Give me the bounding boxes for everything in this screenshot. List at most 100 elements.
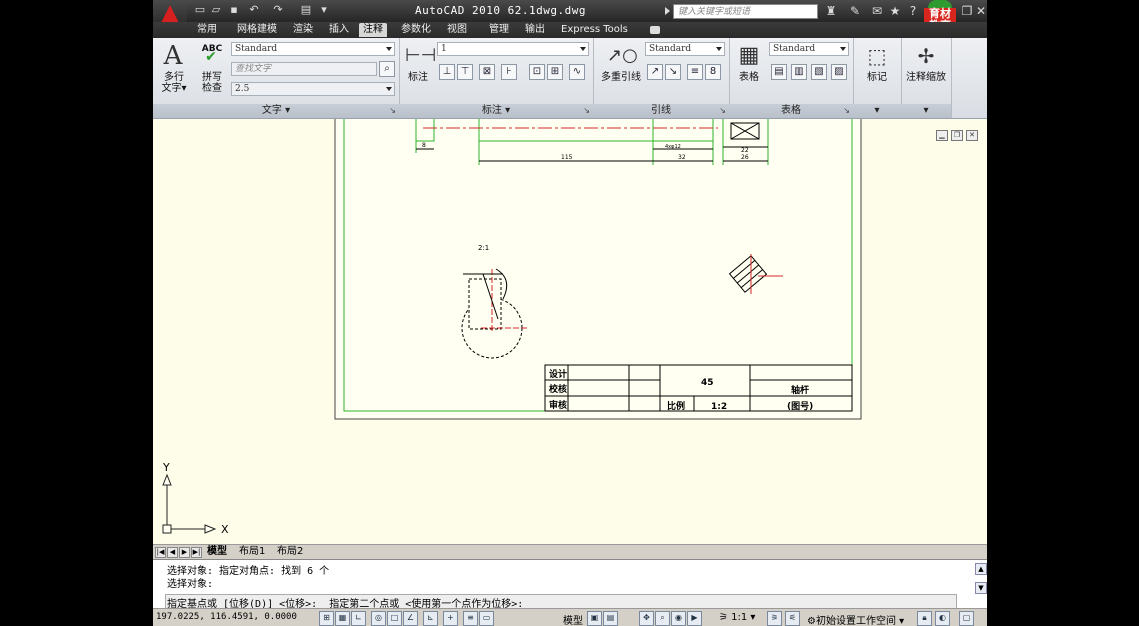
next-tab-icon[interactable]: ▶ (179, 547, 190, 558)
ducs-icon[interactable]: ⊾ (423, 611, 438, 626)
find-icon[interactable]: ⌕ (379, 61, 395, 77)
tab-model[interactable]: 模型 (207, 545, 227, 558)
help-icon[interactable]: ? (905, 3, 921, 19)
download-data-icon[interactable]: ▧ (811, 64, 827, 80)
new-icon[interactable]: ▭ (193, 4, 207, 16)
mleader-button[interactable]: 多重引线 (597, 72, 645, 83)
grid-icon[interactable]: ▦ (335, 611, 350, 626)
dimension-panel-title[interactable]: 标注 ▾ ↘ (399, 104, 593, 118)
tab-express-tools[interactable]: Express Tools (557, 23, 632, 37)
dim-style-select[interactable]: 1 (437, 42, 589, 56)
auto-scale-icon[interactable]: ⚟ (785, 611, 800, 626)
quick-view-drawings-icon[interactable]: ▤ (603, 611, 618, 626)
quick-dim-icon[interactable]: ⊥ (439, 64, 455, 80)
favorites-icon[interactable]: ★ (887, 3, 903, 19)
baseline-dim-icon[interactable]: ⊦ (501, 64, 517, 80)
jog-dim-icon[interactable]: ∿ (569, 64, 585, 80)
tab-annotate[interactable]: 注释 (359, 23, 387, 37)
command-scrollbar[interactable]: ▲ ▼ (975, 563, 987, 594)
qp-icon[interactable]: ▭ (479, 611, 494, 626)
text-height-select[interactable]: 2.5 (231, 82, 395, 96)
table-style-select[interactable]: Standard (769, 42, 849, 56)
polar-icon[interactable]: ◎ (371, 611, 386, 626)
osnap-icon[interactable]: □ (387, 611, 402, 626)
ribbon-toggle-icon[interactable] (650, 26, 660, 34)
dialog-launcher-icon[interactable]: ↘ (389, 104, 396, 118)
annotation-panel-title[interactable]: ▾ (901, 104, 951, 118)
first-tab-icon[interactable]: |◀ (155, 547, 166, 558)
text-style-select[interactable]: Standard (231, 42, 395, 56)
annotation-visibility-icon[interactable]: ⚞ (767, 611, 782, 626)
dialog-launcher-icon[interactable]: ↘ (583, 104, 590, 118)
tab-output[interactable]: 输出 (521, 23, 549, 37)
comm-center-icon[interactable]: ✉ (869, 3, 885, 19)
close-icon[interactable]: ✕ (973, 3, 987, 19)
clean-screen-icon[interactable]: ▢ (959, 611, 974, 626)
steering-wheel-icon[interactable]: ◉ (671, 611, 686, 626)
markup-button[interactable]: 标记 (853, 72, 901, 83)
workspace-select[interactable]: ⚙初始设置工作空间 ▾ (807, 612, 904, 626)
table-panel-title[interactable]: 表格 ↘ (729, 104, 853, 118)
otrack-icon[interactable]: ∠ (403, 611, 418, 626)
scroll-down-icon[interactable]: ▼ (975, 582, 987, 594)
lineweight-icon[interactable]: ≡ (463, 611, 478, 626)
remove-leader-icon[interactable]: ↘ (665, 64, 681, 80)
minimize-drawing-icon[interactable]: ▁ (936, 130, 948, 141)
drawing-canvas[interactable]: 8 115 32 4xφ12 26 22 2:1 设计 校核 审核 45 轴杆 … (153, 119, 987, 544)
dialog-launcher-icon[interactable]: ↘ (843, 104, 850, 118)
markup-panel-title[interactable]: ▾ (853, 104, 901, 118)
continue-dim-icon[interactable]: ⊤ (457, 64, 473, 80)
find-text-input[interactable]: 查找文字 (231, 62, 377, 76)
last-tab-icon[interactable]: ▶| (191, 547, 202, 558)
snap-icon[interactable]: ⊞ (319, 611, 334, 626)
mtext-icon[interactable]: A (159, 42, 187, 70)
tab-mesh[interactable]: 网格建模 (233, 23, 281, 37)
mtext-button[interactable]: 多行 文字▾ (157, 72, 191, 94)
qat-dropdown-icon[interactable]: ▾ (317, 4, 331, 16)
add-leader-icon[interactable]: ↗ (647, 64, 663, 80)
dyn-icon[interactable]: + (443, 611, 458, 626)
tab-layout2[interactable]: 布局2 (277, 545, 303, 558)
restore-drawing-icon[interactable]: ❐ (951, 130, 963, 141)
tab-parametric[interactable]: 参数化 (397, 23, 435, 37)
showmotion-icon[interactable]: ▶ (687, 611, 702, 626)
mleader-style-select[interactable]: Standard (645, 42, 725, 56)
align-leader-icon[interactable]: ≡ (687, 64, 703, 80)
tab-insert[interactable]: 插入 (325, 23, 353, 37)
binoculars-icon[interactable]: ♜ (823, 3, 839, 19)
tab-home[interactable]: 常用 (193, 23, 221, 37)
redo-icon[interactable]: ↷ (271, 4, 285, 16)
search-arrow-icon[interactable] (665, 7, 670, 15)
link-data-icon[interactable]: ▥ (791, 64, 807, 80)
dimension-button[interactable]: 标注 (403, 72, 433, 83)
annotation-scale-select[interactable]: ⚞ 1:1 ▾ (719, 612, 755, 623)
annotation-scale-button[interactable]: 注释缩放 (901, 72, 951, 83)
markup-icon[interactable]: ⬚ (863, 42, 891, 70)
zoom-icon[interactable]: ⌕ (655, 611, 670, 626)
dimension-icon[interactable]: ⊢⊣ (405, 42, 436, 70)
table-button[interactable]: 表格 (733, 72, 765, 83)
dialog-launcher-icon[interactable]: ↘ (719, 104, 726, 118)
quick-view-layouts-icon[interactable]: ▣ (587, 611, 602, 626)
open-icon[interactable]: ▱ (209, 4, 223, 16)
center-mark-icon[interactable]: ⊞ (547, 64, 563, 80)
save-icon[interactable]: ▪ (227, 4, 241, 16)
ortho-icon[interactable]: ∟ (351, 611, 366, 626)
upload-data-icon[interactable]: ▨ (831, 64, 847, 80)
mleader-icon[interactable]: ↗○ (607, 42, 638, 70)
model-space-label[interactable]: 模型 (563, 612, 583, 626)
text-panel-title[interactable]: 文字 ▾ ↘ (153, 104, 399, 118)
leader-panel-title[interactable]: 引线 ↘ (593, 104, 729, 118)
search-input[interactable]: 键入关键字或短语 (673, 4, 818, 19)
tab-render[interactable]: 渲染 (289, 23, 317, 37)
tab-layout1[interactable]: 布局1 (239, 545, 265, 558)
prev-tab-icon[interactable]: ◀ (167, 547, 178, 558)
undo-icon[interactable]: ↶ (247, 4, 261, 16)
collect-leader-icon[interactable]: 8 (705, 64, 721, 80)
dim-break-icon[interactable]: ⊠ (479, 64, 495, 80)
close-drawing-icon[interactable]: ✕ (966, 130, 978, 141)
spell-check-button[interactable]: 拼写 检查 (197, 72, 227, 94)
tab-manage[interactable]: 管理 (485, 23, 513, 37)
annotation-scale-icon[interactable]: ✢ (912, 42, 940, 70)
extract-data-icon[interactable]: ▤ (771, 64, 787, 80)
